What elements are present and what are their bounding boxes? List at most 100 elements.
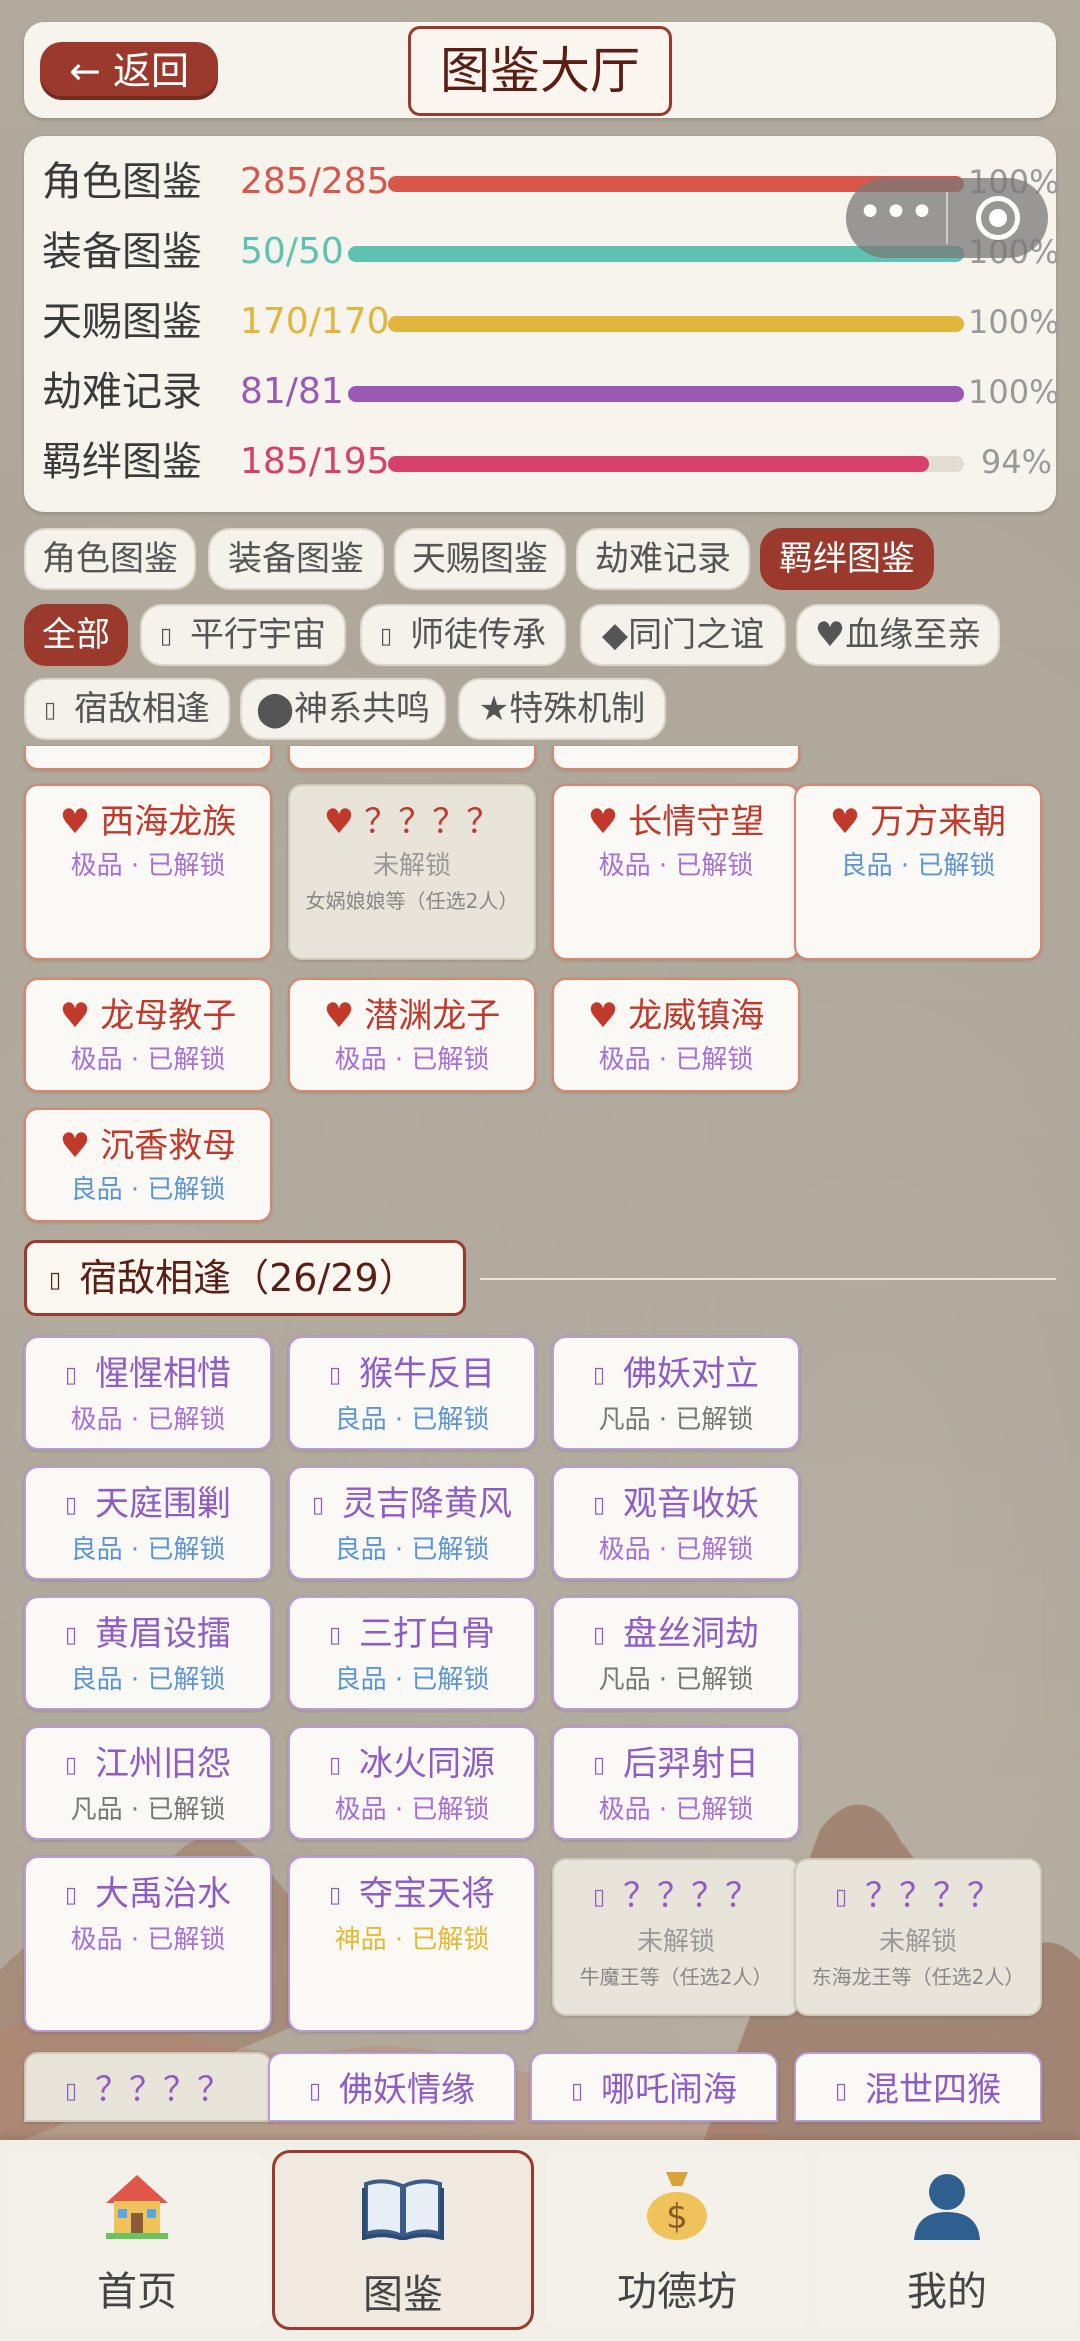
tab-gift[interactable]: 天赐图鉴 <box>394 528 566 590</box>
rival-icon: ▯ <box>592 1622 606 1648</box>
unlock-hint: 东海龙王等（任选2人） <box>811 1964 1025 1989</box>
back-button[interactable]: ← 返回 <box>40 42 218 100</box>
rival-card[interactable]: ▯ 惺惺相惜 极品 · 已解锁 <box>24 1336 272 1450</box>
heart-icon: ♥ <box>323 996 355 1036</box>
rival-name-text: 混世四猴 <box>865 2070 1002 2110</box>
bond-card-partial[interactable] <box>288 746 536 770</box>
rival-card-locked[interactable]: ▯ ？？？？ 未解锁 东海龙王等（任选2人） <box>794 1858 1042 2016</box>
rival-card[interactable]: ▯ 佛妖对立 凡品 · 已解锁 <box>552 1336 800 1450</box>
rival-icon: ▯ <box>328 1362 342 1388</box>
rival-card[interactable]: ▯ 哪吒闹海 <box>530 2052 778 2122</box>
bond-card[interactable]: ♥ 长情守望 极品 · 已解锁 <box>552 784 800 960</box>
stat-progress-bar <box>388 316 964 332</box>
nav-profile[interactable]: 我的 <box>816 2150 1078 2330</box>
rival-card-locked[interactable]: ▯ ？？？？ <box>24 2052 272 2122</box>
rival-card[interactable]: ▯ 盘丝洞劫凡品 · 已解锁 <box>552 1596 800 1710</box>
bond-card-partial[interactable] <box>24 746 272 770</box>
bond-card[interactable]: ♥ 沉香救母 良品 · 已解锁 <box>24 1108 272 1222</box>
rival-card[interactable]: ▯ 佛妖情缘 <box>268 2052 516 2122</box>
rival-card[interactable]: ▯ 三打白骨 良品 · 已解锁 <box>288 1596 536 1710</box>
rival-card[interactable]: ▯ 黄眉设擂良品 · 已解锁 <box>24 1596 272 1710</box>
filter-divine-resonance[interactable]: ⬤神系共鸣 <box>240 678 446 740</box>
filter-parallel-universe[interactable]: ▯ 平行宇宙 <box>140 604 346 666</box>
close-miniprogram-icon[interactable] <box>948 178 1048 258</box>
stat-row: 天赐图鉴 170/170 100% <box>42 294 1059 350</box>
rival-card[interactable]: ▯ 灵吉降黄风 良品 · 已解锁 <box>288 1466 536 1580</box>
stat-row: 劫难记录 81/81 100% <box>42 364 1060 420</box>
bond-card[interactable]: ♥ 龙威镇海 极品 · 已解锁 <box>552 978 800 1092</box>
rival-grade-status: 良品 · 已解锁 <box>26 1662 270 1698</box>
rival-card[interactable]: ▯ 观音收妖 极品 · 已解锁 <box>552 1466 800 1580</box>
grade: 极品 <box>598 1045 651 1075</box>
grade: 极品 <box>334 1045 387 1075</box>
stat-progress-fill <box>348 386 964 402</box>
rival-icon: ▯ <box>328 1622 342 1648</box>
rival-name-text: 惺惺相惜 <box>95 1354 232 1394</box>
status: 已解锁 <box>147 1924 226 1955</box>
book-icon <box>275 2153 531 2263</box>
rival-card[interactable]: ▯ 猴牛反目 良品 · 已解锁 <box>288 1336 536 1450</box>
nav-collection[interactable]: 图鉴 <box>272 2150 534 2330</box>
grade: 极品 <box>598 851 651 881</box>
rival-card[interactable]: ▯ 大禹治水 极品 · 已解锁 <box>24 1856 272 2032</box>
rival-icon: ▯ <box>570 2078 584 2104</box>
filter-blood-kin[interactable]: ♥血缘至亲 <box>796 604 1000 666</box>
bond-card[interactable]: ♥ 西海龙族 极品 · 已解锁 <box>24 784 272 960</box>
filter-special[interactable]: ★特殊机制 <box>458 678 666 740</box>
rival-name-text: 灵吉降黄风 <box>342 1484 513 1524</box>
status: 已解锁 <box>675 1534 754 1565</box>
rival-icon: ▯ <box>64 1492 78 1518</box>
bond-grade-status: 良品 · 已解锁 <box>70 1175 226 1205</box>
rival-name: ▯ 灵吉降黄风 <box>290 1482 534 1528</box>
filter-same-sect[interactable]: ◆同门之谊 <box>580 604 786 666</box>
tab-bond[interactable]: 羁绊图鉴 <box>760 528 934 590</box>
grade: 极品 <box>70 1924 123 1955</box>
rival-card-locked[interactable]: ▯ ？？？？ 未解锁 牛魔王等（任选2人） <box>552 1858 800 2016</box>
bond-card-partial[interactable] <box>552 746 800 770</box>
rival-grade-status: 凡品 · 已解锁 <box>554 1402 798 1438</box>
separator-dot: · <box>386 1794 412 1825</box>
bond-grade-status: 良品 · 已解锁 <box>840 851 996 881</box>
rival-grade-status: 良品 · 已解锁 <box>290 1402 534 1438</box>
bond-card-locked[interactable]: ♥？？？？ 未解锁 女娲娘娘等（任选2人） <box>288 784 536 960</box>
stat-percent: 100% <box>968 373 1060 411</box>
scrollbar[interactable] <box>1042 1460 1048 1720</box>
filter-rivals[interactable]: ▯ 宿敌相逢 <box>24 678 230 740</box>
rival-name: ▯ 黄眉设擂 <box>26 1612 270 1658</box>
rival-card[interactable]: ▯ 后羿射日 极品 · 已解锁 <box>552 1726 800 1840</box>
rival-card[interactable]: ▯ 天庭围剿 良品 · 已解锁 <box>24 1466 272 1580</box>
bond-card[interactable]: ♥ 万方来朝 良品 · 已解锁 <box>794 784 1042 960</box>
separator-dot: · <box>122 1404 148 1435</box>
rival-card[interactable]: ▯ 冰火同源 极品 · 已解锁 <box>288 1726 536 1840</box>
status: 已解锁 <box>675 1664 754 1695</box>
stat-count: 170/170 <box>240 301 390 342</box>
more-options-icon[interactable]: ••• <box>846 178 946 258</box>
bond-card[interactable]: ♥ 潜渊龙子 极品 · 已解锁 <box>288 978 536 1092</box>
stat-label: 劫难记录 <box>42 369 202 415</box>
heart-icon: ♥ <box>587 802 619 842</box>
rival-icon: ▯ <box>64 1882 78 1908</box>
rival-icon: ▯ <box>64 1622 78 1648</box>
heart-icon: ♥ <box>59 1126 91 1166</box>
rival-card[interactable]: ▯ 江州旧怨 凡品 · 已解锁 <box>24 1726 272 1840</box>
status: 已解锁 <box>675 1045 754 1075</box>
rival-grade-status: 极品 · 已解锁 <box>290 1792 534 1828</box>
nav-home[interactable]: 首页 <box>6 2150 268 2330</box>
rival-card[interactable]: ▯ 混世四猴 <box>794 2052 1042 2122</box>
nav-label: 图鉴 <box>363 2272 443 2318</box>
tab-tribulation[interactable]: 劫难记录 <box>576 528 750 590</box>
rival-card[interactable]: ▯ 夺宝天将 神品 · 已解锁 <box>288 1856 536 2032</box>
status: 已解锁 <box>147 1045 226 1075</box>
separator-dot: · <box>122 1924 148 1955</box>
filter-master-disciple[interactable]: ▯ 师徒传承 <box>360 604 566 666</box>
bond-card[interactable]: ♥ 龙母教子 极品 · 已解锁 <box>24 978 272 1092</box>
tab-equipment[interactable]: 装备图鉴 <box>208 528 384 590</box>
filter-all[interactable]: 全部 <box>24 604 128 666</box>
stat-count: 285/285 <box>240 161 390 202</box>
rival-grade-status: 凡品 · 已解锁 <box>554 1662 798 1698</box>
tab-character[interactable]: 角色图鉴 <box>24 528 196 590</box>
rival-name: ▯ 夺宝天将 <box>290 1872 534 1918</box>
bond-name-text: 长情守望 <box>628 802 765 842</box>
rival-name-text: 盘丝洞劫 <box>623 1614 760 1654</box>
nav-merit-shop[interactable]: $ 功德坊 <box>546 2150 808 2330</box>
